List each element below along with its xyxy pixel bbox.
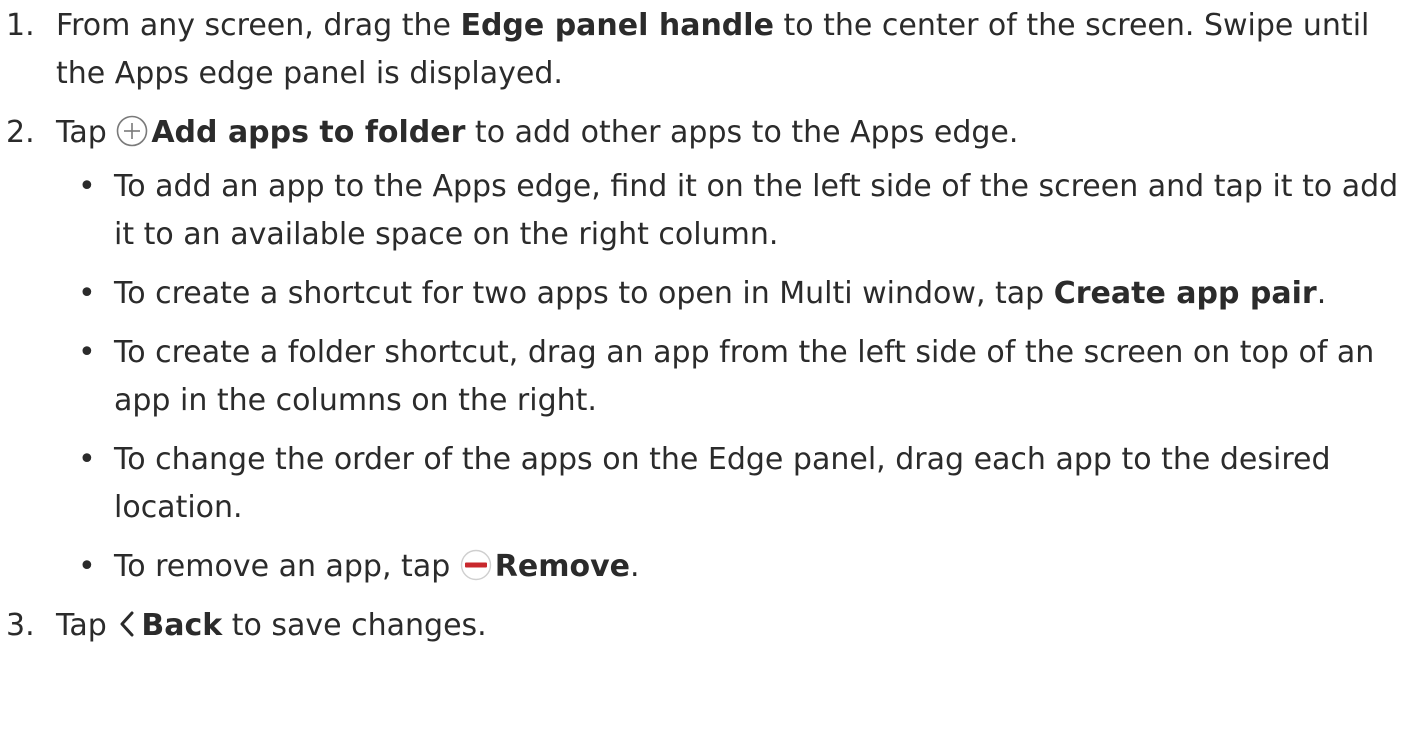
- step-3: 3. Tap Back to save changes.: [0, 602, 1411, 650]
- edge-panel-handle-label: Edge panel handle: [460, 8, 774, 43]
- remove-label: Remove: [494, 549, 631, 584]
- step-2: 2. Tap Add apps to folder to add other a…: [0, 109, 1411, 591]
- step-text-post: to save changes.: [222, 608, 487, 643]
- step-text-pre: From any screen, drag the: [56, 8, 461, 43]
- step-number: 1.: [6, 8, 35, 43]
- bullet-dot: •: [78, 549, 96, 584]
- bullet-text: To add an app to the Apps edge, find it …: [114, 169, 1399, 252]
- back-label: Back: [141, 608, 223, 643]
- add-apps-to-folder-label: Add apps to folder: [151, 115, 466, 150]
- list-item: • To create a folder shortcut, drag an a…: [56, 329, 1411, 425]
- list-item: • To remove an app, tap Remove.: [56, 543, 1411, 591]
- step-text-post: to add other apps to the Apps edge.: [465, 115, 1019, 150]
- bullet-dot: •: [78, 335, 96, 370]
- bullet-dot: •: [78, 442, 96, 477]
- list-item: • To change the order of the apps on the…: [56, 436, 1411, 532]
- list-item: • To create a shortcut for two apps to o…: [56, 270, 1411, 318]
- back-chevron-icon: [116, 608, 138, 640]
- bullet-text-post: .: [1316, 276, 1327, 311]
- step-1: 1. From any screen, drag the Edge panel …: [0, 2, 1411, 98]
- bullet-text: To create a folder shortcut, drag an app…: [114, 335, 1375, 418]
- remove-minus-icon: [460, 549, 492, 581]
- create-app-pair-label: Create app pair: [1053, 276, 1317, 311]
- step-text-pre: Tap: [56, 115, 117, 150]
- bullet-list: • To add an app to the Apps edge, find i…: [56, 163, 1411, 591]
- bullet-text: To change the order of the apps on the E…: [114, 442, 1331, 525]
- bullet-dot: •: [78, 169, 96, 204]
- bullet-text-post: .: [630, 549, 640, 584]
- instruction-list: 1. From any screen, drag the Edge panel …: [0, 2, 1411, 661]
- plus-circle-icon: [116, 115, 148, 147]
- step-text-pre: Tap: [56, 608, 117, 643]
- step-number: 3.: [6, 608, 35, 643]
- bullet-dot: •: [78, 276, 96, 311]
- list-item: • To add an app to the Apps edge, find i…: [56, 163, 1411, 259]
- bullet-text-pre: To create a shortcut for two apps to ope…: [114, 276, 1054, 311]
- bullet-text-pre: To remove an app, tap: [114, 549, 460, 584]
- step-number: 2.: [6, 115, 35, 150]
